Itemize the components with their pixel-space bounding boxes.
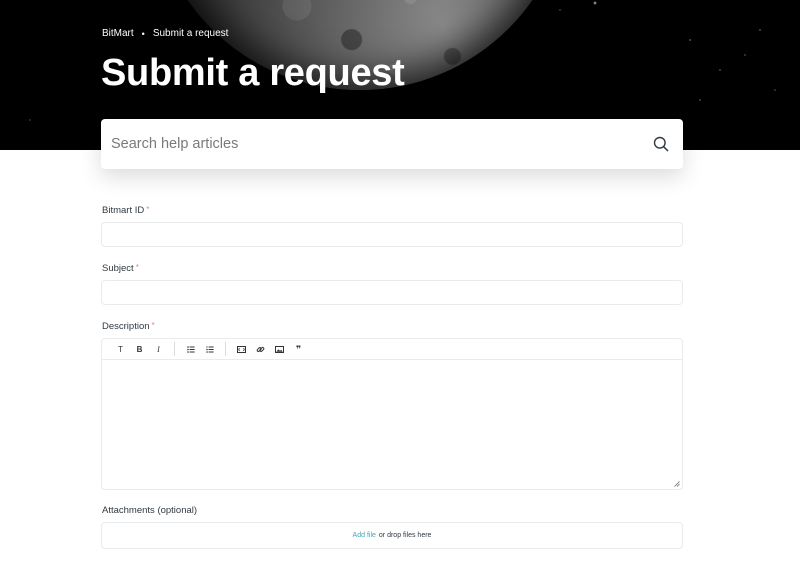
quote-icon: ❞ bbox=[295, 343, 302, 354]
italic-icon: I bbox=[157, 344, 160, 354]
numbered-list-button[interactable] bbox=[200, 341, 219, 357]
breadcrumb: BitMart • Submit a request bbox=[102, 28, 228, 39]
quote-button[interactable]: ❞ bbox=[289, 341, 308, 357]
breadcrumb-separator: • bbox=[141, 28, 145, 39]
search-icon[interactable] bbox=[639, 136, 683, 152]
subject-field[interactable] bbox=[101, 280, 683, 305]
required-marker: * bbox=[135, 263, 139, 272]
subject-label: Subject * bbox=[102, 263, 139, 274]
editor-toolbar: T B I ❞ bbox=[102, 339, 682, 360]
italic-button[interactable]: I bbox=[149, 341, 168, 357]
image-icon bbox=[275, 345, 284, 353]
text-style-button[interactable]: T bbox=[111, 341, 130, 357]
bitmart-id-label-text: Bitmart ID bbox=[102, 205, 145, 216]
link-icon bbox=[256, 346, 265, 352]
description-editor: T B I ❞ bbox=[101, 338, 683, 490]
description-label: Description * bbox=[102, 321, 155, 332]
bulleted-list-icon bbox=[186, 345, 195, 353]
add-file-link[interactable]: Add file bbox=[353, 532, 376, 539]
drop-files-text: or drop files here bbox=[378, 532, 432, 539]
image-button[interactable] bbox=[270, 341, 289, 357]
numbered-list-icon bbox=[205, 345, 214, 353]
bold-icon: B bbox=[136, 344, 143, 354]
toolbar-divider bbox=[225, 342, 226, 356]
description-textarea[interactable] bbox=[102, 360, 682, 488]
code-block-button[interactable] bbox=[232, 341, 251, 357]
attachment-dropzone[interactable]: Add file or drop files here bbox=[101, 522, 683, 549]
breadcrumb-home-link[interactable]: BitMart bbox=[102, 28, 134, 39]
bold-button[interactable]: B bbox=[130, 341, 149, 357]
toolbar-divider bbox=[174, 342, 175, 356]
search-input[interactable] bbox=[101, 119, 639, 169]
description-label-text: Description bbox=[102, 321, 150, 332]
bitmart-id-field[interactable] bbox=[101, 222, 683, 247]
subject-label-text: Subject bbox=[102, 263, 134, 274]
bulleted-list-button[interactable] bbox=[181, 341, 200, 357]
resize-handle-icon[interactable] bbox=[674, 481, 680, 487]
page-title: Submit a request bbox=[101, 52, 405, 94]
attachments-label: Attachments (optional) bbox=[102, 505, 198, 516]
required-marker: * bbox=[146, 205, 150, 214]
link-button[interactable] bbox=[251, 341, 270, 357]
required-marker: * bbox=[151, 321, 155, 330]
text-style-icon: T bbox=[118, 344, 123, 354]
bitmart-id-label: Bitmart ID * bbox=[102, 205, 149, 216]
search-bar bbox=[101, 119, 683, 169]
code-block-icon bbox=[237, 345, 246, 353]
breadcrumb-current-link[interactable]: Submit a request bbox=[153, 28, 229, 39]
